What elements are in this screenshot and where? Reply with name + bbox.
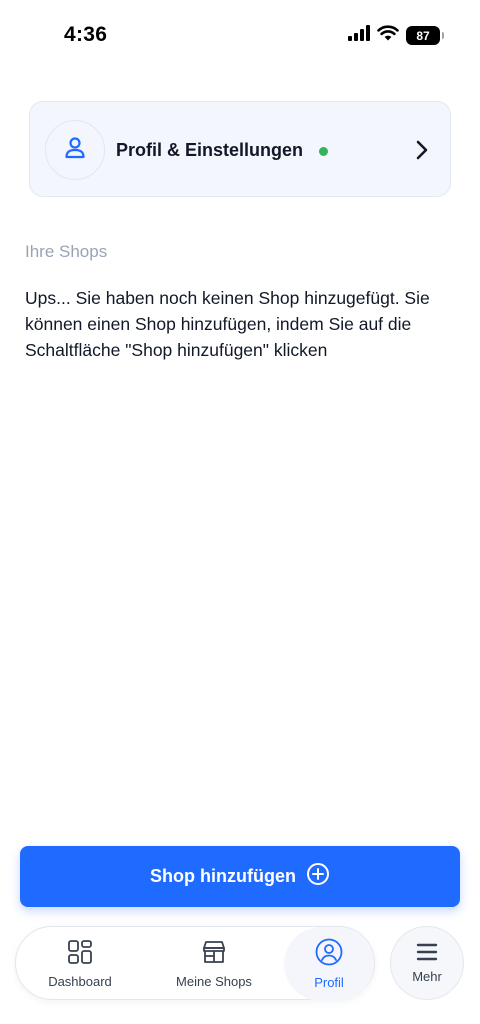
bottom-tab-bar: Dashboard Meine Shops Profil bbox=[15, 926, 375, 1001]
profile-settings-label: Profil & Einstellungen bbox=[116, 140, 304, 160]
dashboard-icon bbox=[67, 939, 93, 968]
menu-icon bbox=[415, 942, 439, 965]
empty-shops-message: Ups... Sie haben noch keinen Shop hinzug… bbox=[25, 288, 430, 360]
tab-my-shops[interactable]: Meine Shops bbox=[156, 927, 272, 1001]
status-time: 4:36 bbox=[64, 23, 108, 46]
plus-circle-icon bbox=[306, 862, 330, 891]
status-bar: 4:36 87 bbox=[0, 0, 480, 70]
status-icons: 87 bbox=[348, 25, 444, 46]
status-dot bbox=[319, 147, 328, 156]
section-title-shops: Ihre Shops bbox=[25, 242, 108, 261]
avatar bbox=[45, 120, 105, 180]
signal-icon bbox=[348, 25, 370, 46]
chevron-right-icon bbox=[412, 138, 432, 162]
store-icon bbox=[201, 939, 227, 968]
profile-icon bbox=[315, 938, 343, 969]
add-shop-button[interactable]: Shop hinzufügen bbox=[20, 846, 460, 907]
battery-icon: 87 bbox=[406, 26, 444, 45]
tab-dashboard[interactable]: Dashboard bbox=[24, 927, 136, 1001]
battery-level: 87 bbox=[416, 28, 430, 43]
profile-settings-card[interactable]: Profil & Einstellungen bbox=[29, 101, 451, 197]
add-shop-label: Shop hinzufügen bbox=[150, 866, 296, 886]
tab-label-dashboard: Dashboard bbox=[48, 974, 112, 989]
wifi-icon bbox=[377, 25, 399, 46]
more-label: Mehr bbox=[412, 969, 442, 984]
more-button[interactable]: Mehr bbox=[390, 926, 464, 1000]
user-icon bbox=[62, 135, 88, 166]
tab-profile[interactable]: Profil bbox=[284, 927, 374, 1001]
tab-label-my-shops: Meine Shops bbox=[176, 974, 252, 989]
tab-label-profile: Profil bbox=[314, 975, 344, 990]
